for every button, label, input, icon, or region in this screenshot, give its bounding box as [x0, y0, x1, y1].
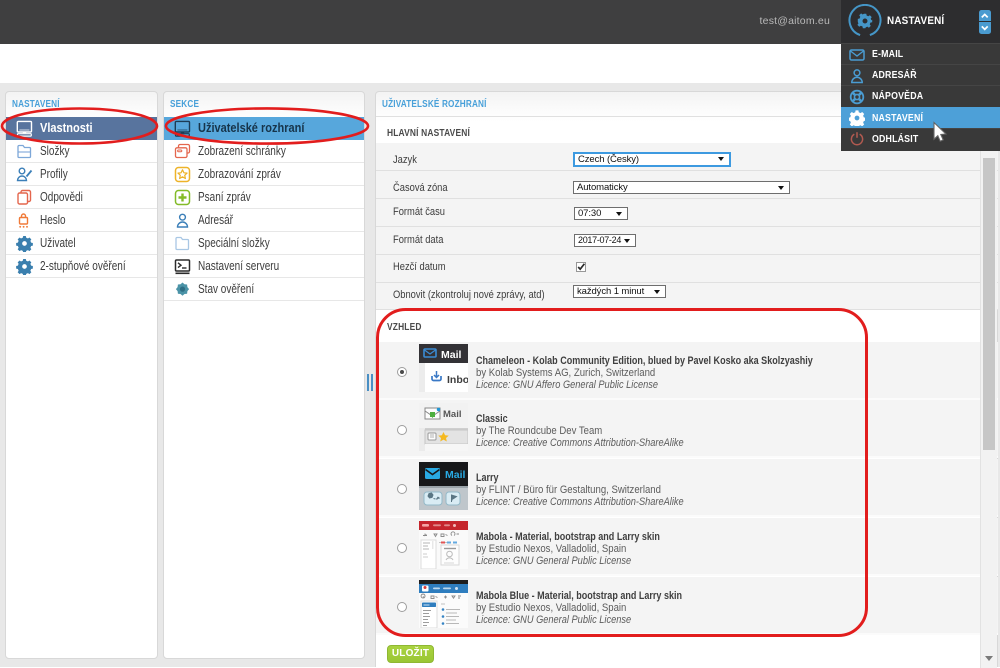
svg-text:Mail: Mail: [445, 469, 466, 481]
svg-text:Mail: Mail: [441, 349, 462, 361]
svg-text:Inbo: Inbo: [447, 374, 468, 386]
svg-text:Mail: Mail: [443, 409, 461, 420]
